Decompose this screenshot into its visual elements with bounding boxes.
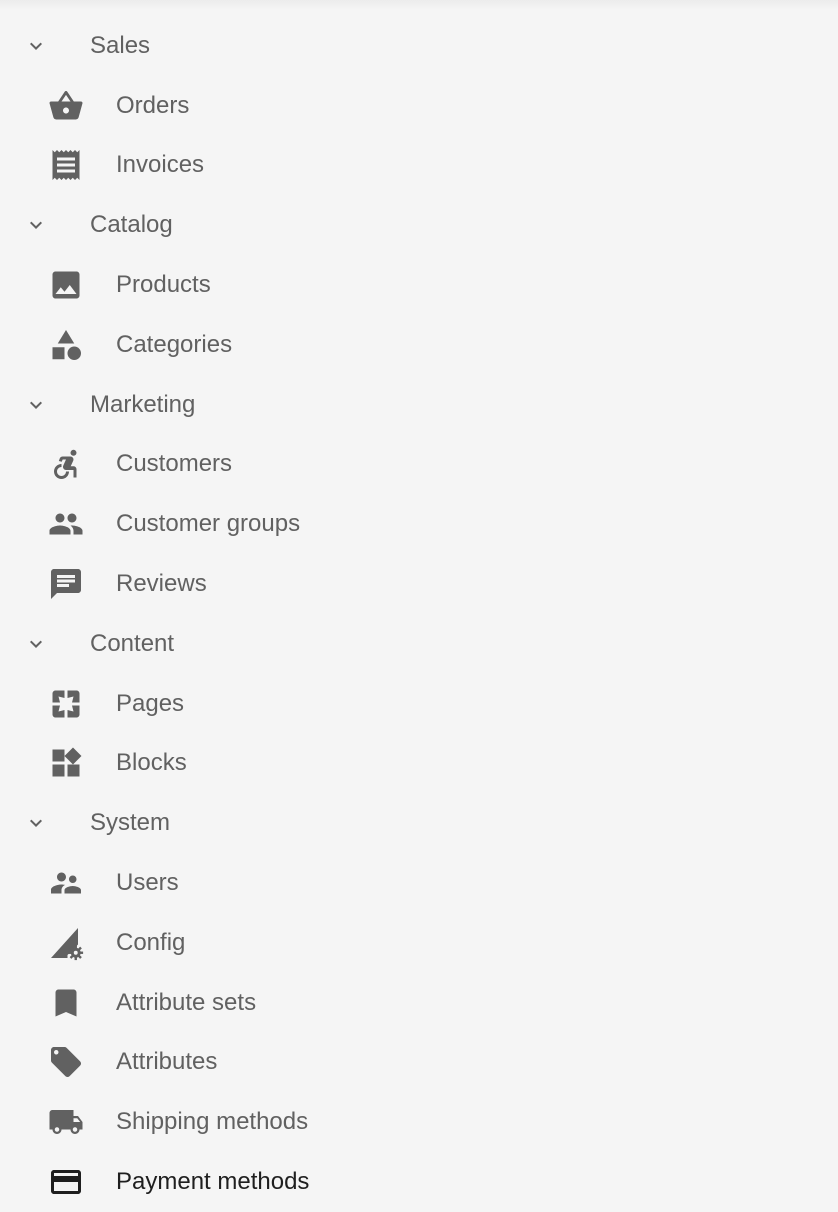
section-toggle-sales[interactable]: Sales	[0, 16, 838, 76]
truck-icon	[48, 1104, 84, 1140]
sidebar-item-payment-methods[interactable]: Payment methods	[0, 1152, 838, 1212]
sidebar-item-label: Users	[116, 869, 179, 897]
section-label: Sales	[90, 31, 151, 59]
image-icon	[48, 267, 84, 303]
chevron-down-icon	[24, 213, 48, 237]
sidebar-item-invoices[interactable]: Invoices	[0, 136, 838, 196]
sidebar-item-customer-groups[interactable]: Customer groups	[0, 494, 838, 554]
section-toggle-catalog[interactable]: Catalog	[0, 195, 838, 255]
receipt-icon	[48, 147, 84, 183]
bookmark-icon	[48, 985, 84, 1021]
sidebar-item-label: Blocks	[116, 749, 187, 777]
sidebar-item-label: Attribute sets	[116, 988, 257, 1016]
basket-icon	[48, 88, 84, 124]
people-icon	[48, 506, 84, 542]
sidebar-item-label: Reviews	[116, 570, 207, 598]
sidebar-item-label: Shipping methods	[116, 1108, 309, 1136]
comment-icon	[48, 566, 84, 602]
section-label: System	[90, 809, 171, 837]
credit-card-icon	[48, 1164, 84, 1200]
shapes-icon	[48, 327, 84, 363]
chevron-down-icon	[24, 34, 48, 58]
chevron-down-icon	[24, 393, 48, 417]
sidebar-item-users[interactable]: Users	[0, 853, 838, 913]
chevron-down-icon	[24, 632, 48, 656]
sidebar-item-shipping-methods[interactable]: Shipping methods	[0, 1092, 838, 1152]
sidebar-item-label: Invoices	[116, 151, 205, 179]
sidebar-item-label: Config	[116, 928, 186, 956]
sidebar-item-pages[interactable]: Pages	[0, 674, 838, 734]
sidebar-item-label: Pages	[116, 689, 185, 717]
sidebar-item-attributes[interactable]: Attributes	[0, 1033, 838, 1093]
section-label: Marketing	[90, 390, 196, 418]
sidebar-item-customers[interactable]: Customers	[0, 435, 838, 495]
top-divider	[0, 0, 838, 10]
section-toggle-system[interactable]: System	[0, 793, 838, 853]
network-settings-icon	[48, 925, 84, 961]
sidebar-menu: Sales Orders Invoices Catalog Products C…	[0, 16, 838, 1212]
sidebar-item-label: Payment methods	[116, 1168, 310, 1196]
sidebar-item-config[interactable]: Config	[0, 913, 838, 973]
sidebar-item-orders[interactable]: Orders	[0, 76, 838, 136]
sidebar-item-attribute-sets[interactable]: Attribute sets	[0, 973, 838, 1033]
chevron-down-icon	[24, 811, 48, 835]
widgets-icon	[48, 745, 84, 781]
sidebar-item-categories[interactable]: Categories	[0, 315, 838, 375]
sidebar-item-label: Customers	[116, 450, 233, 478]
accessible-icon	[48, 446, 84, 482]
sidebar-item-products[interactable]: Products	[0, 255, 838, 315]
sidebar-item-reviews[interactable]: Reviews	[0, 554, 838, 614]
pages-icon	[48, 686, 84, 722]
supervisor-icon	[48, 865, 84, 901]
sidebar-item-label: Customer groups	[116, 510, 301, 538]
section-toggle-content[interactable]: Content	[0, 614, 838, 674]
section-label: Catalog	[90, 211, 173, 239]
sidebar-item-label: Orders	[116, 91, 190, 119]
sidebar-item-label: Attributes	[116, 1048, 218, 1076]
sidebar-item-label: Categories	[116, 330, 233, 358]
sidebar-item-label: Products	[116, 271, 211, 299]
section-label: Content	[90, 629, 175, 657]
section-toggle-marketing[interactable]: Marketing	[0, 375, 838, 435]
tag-icon	[48, 1044, 84, 1080]
sidebar-item-blocks[interactable]: Blocks	[0, 734, 838, 794]
